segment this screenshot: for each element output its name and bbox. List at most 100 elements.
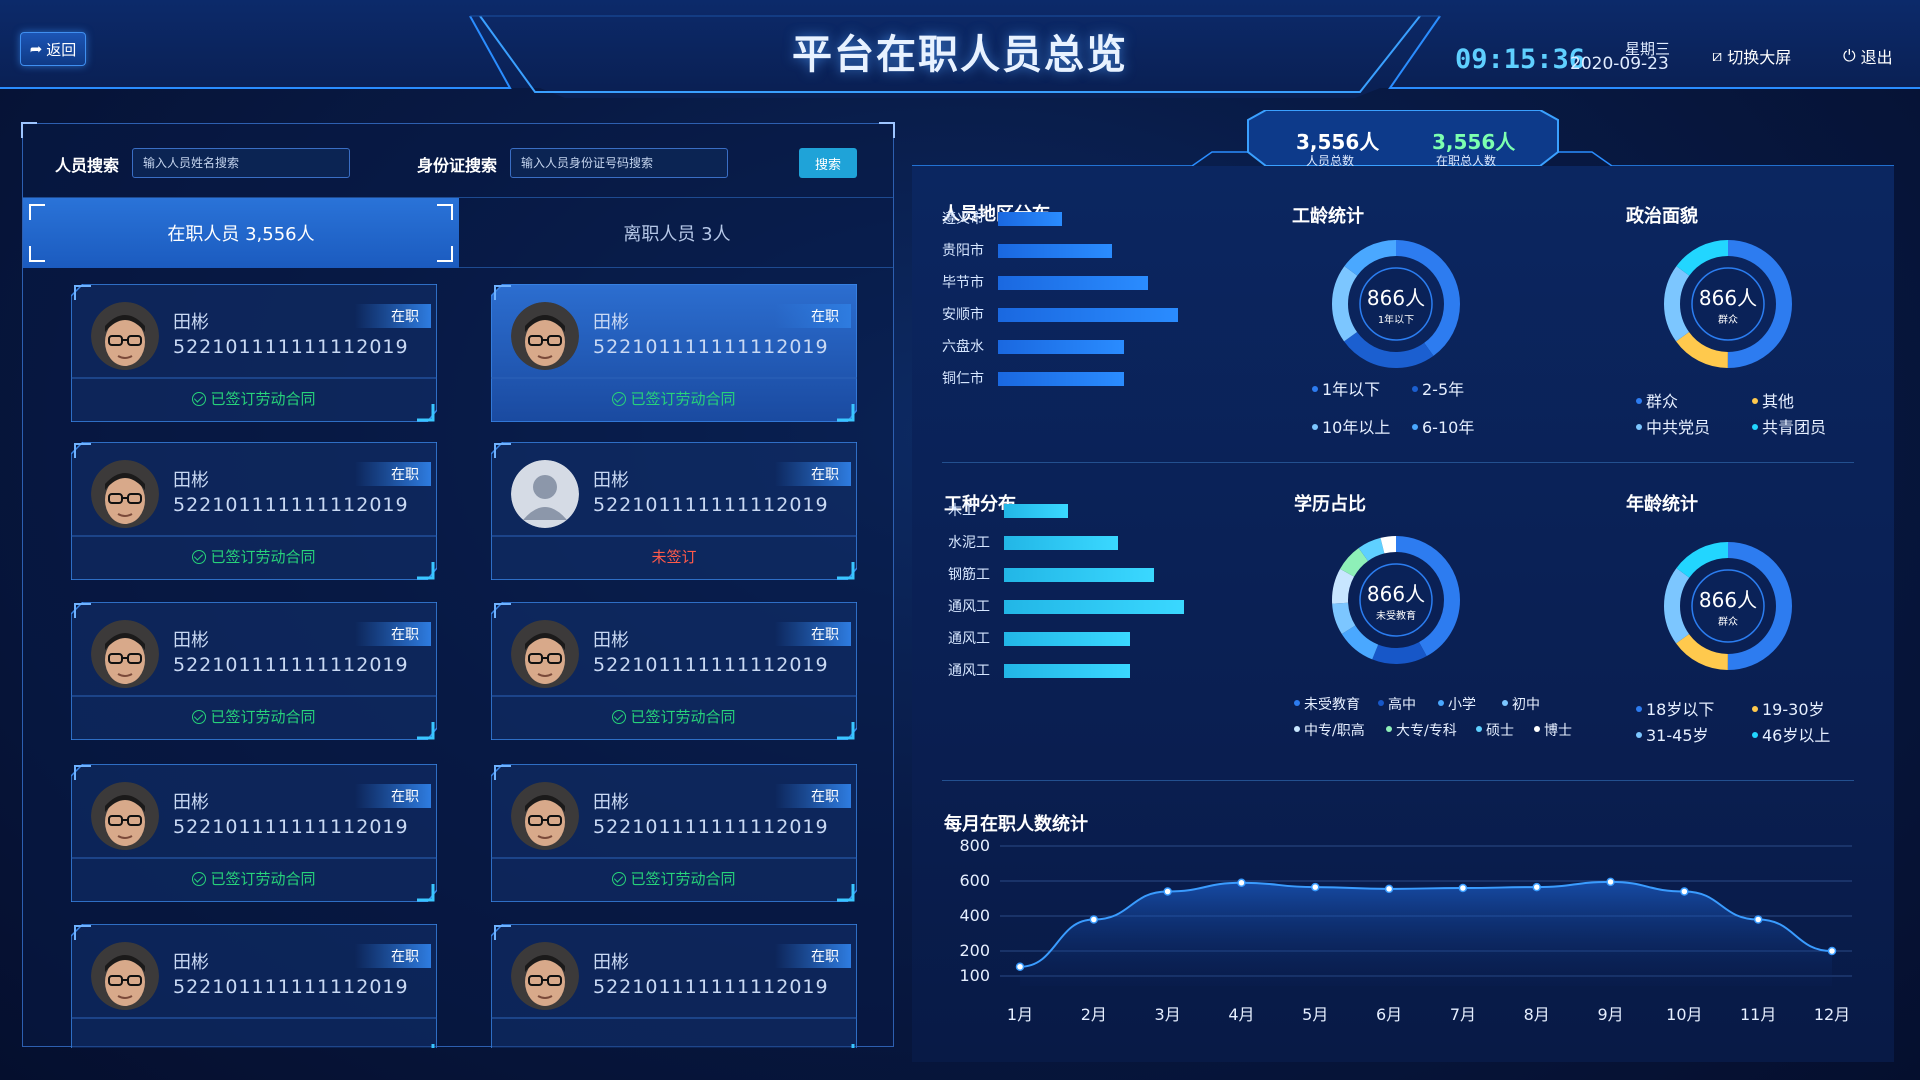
employee-card[interactable]: 田彬 522101111111112019 在职 已签订劳动合同 xyxy=(71,442,437,580)
donut-center-label: 866人 群众 xyxy=(1688,282,1768,326)
status-badge: 在职 xyxy=(355,784,431,808)
search-button[interactable]: 搜索 xyxy=(799,148,857,178)
legend-item: 中专/职高 xyxy=(1294,720,1365,740)
seniority-title: 工龄统计 xyxy=(1292,206,1364,227)
bar-worktype[interactable] xyxy=(1004,632,1130,646)
employee-card[interactable]: 田彬 522101111111112019 在职 已签订劳动合同 xyxy=(491,764,857,902)
avatar xyxy=(91,942,159,1010)
legend-item: 大专/专科 xyxy=(1386,720,1457,740)
legend-item: 其他 xyxy=(1752,388,1794,412)
data-point[interactable] xyxy=(1015,962,1025,971)
data-point[interactable] xyxy=(1532,882,1541,892)
employee-card[interactable]: 田彬 522101111111112019 在职 xyxy=(491,924,857,1048)
data-point[interactable] xyxy=(1680,887,1689,896)
donut-center-value: 866人 xyxy=(1698,588,1758,612)
donut-center-value: 866人 xyxy=(1366,286,1426,310)
bar-region[interactable] xyxy=(998,340,1124,354)
data-point[interactable] xyxy=(1311,882,1320,892)
status-badge: 在职 xyxy=(775,944,851,968)
employee-card[interactable]: 田彬 522101111111112019 在职 已签订劳动合同 xyxy=(71,764,437,902)
switch-screen-button[interactable]: ⧄ 切换大屏 xyxy=(1712,44,1791,68)
x-tick-label: 8月 xyxy=(1524,1005,1550,1024)
bar-region[interactable] xyxy=(998,372,1124,386)
employee-name: 田彬 xyxy=(173,952,209,973)
status-badge: 在职 xyxy=(355,304,431,328)
legend-dot-icon xyxy=(1752,398,1758,404)
data-point[interactable] xyxy=(1753,915,1763,924)
status-badge: 在职 xyxy=(355,622,431,646)
employee-id-number: 522101111111112019 xyxy=(173,816,409,838)
employee-card[interactable]: 田彬 522101111111112019 在职 已签订劳动合同 xyxy=(71,284,437,422)
bar-category-label: 遵义市 xyxy=(942,211,984,227)
bar-region[interactable] xyxy=(998,308,1178,322)
employee-card[interactable]: 田彬 522101111111112019 在职 已签订劳动合同 xyxy=(491,284,857,422)
avatar xyxy=(91,302,159,370)
legend-dot-icon xyxy=(1386,726,1392,732)
status-badge: 在职 xyxy=(775,784,851,808)
bar-worktype[interactable] xyxy=(1004,568,1154,582)
bar-worktype[interactable] xyxy=(1004,664,1130,678)
check-circle-icon xyxy=(192,550,207,564)
employee-card[interactable]: 田彬 522101111111112019 在职 未签订 xyxy=(491,442,857,580)
name-search-label: 人员搜索 xyxy=(55,156,120,175)
active-count: 3,556人 xyxy=(1432,130,1516,154)
employee-card[interactable]: 田彬 522101111111112019 在职 xyxy=(71,924,437,1048)
data-point[interactable] xyxy=(1606,877,1615,887)
donut-center-caption: 1年以下 xyxy=(1377,315,1415,326)
employee-card[interactable]: 田彬 522101111111112019 在职 已签订劳动合同 xyxy=(491,602,857,740)
tab-resigned-staff[interactable]: 离职人员 3人 xyxy=(459,198,895,268)
divider xyxy=(942,780,1854,781)
employee-name: 田彬 xyxy=(173,312,209,333)
legend-label: 博士 xyxy=(1544,723,1572,739)
total-count: 3,556人 xyxy=(1296,130,1380,154)
employee-card[interactable]: 田彬 522101111111112019 在职 已签订劳动合同 xyxy=(71,602,437,740)
bar-worktype[interactable] xyxy=(1004,600,1184,614)
contract-status: 已签订劳动合同 xyxy=(71,868,437,889)
legend-label: 46岁以上 xyxy=(1762,726,1831,745)
y-tick-label: 600 xyxy=(959,871,990,890)
donut-center-label: 866人 未受教育 xyxy=(1356,578,1436,622)
legend-item: 未受教育 xyxy=(1294,694,1360,714)
data-point[interactable] xyxy=(1458,883,1468,893)
donut-center-caption: 群众 xyxy=(1718,315,1738,326)
legend-dot-icon xyxy=(1534,726,1540,732)
data-point[interactable] xyxy=(1089,915,1099,924)
tab-active-staff[interactable]: 在职人员 3,556人 xyxy=(23,198,459,268)
contract-status-label: 已签订劳动合同 xyxy=(210,548,316,566)
search-row: 人员搜索 身份证搜索 搜索 xyxy=(23,124,893,198)
legend-label: 10年以上 xyxy=(1322,418,1391,437)
legend-dot-icon xyxy=(1312,386,1318,392)
legend-label: 初中 xyxy=(1512,697,1540,713)
logout-button[interactable]: ⏻ 退出 xyxy=(1843,44,1893,68)
employee-id-number: 522101111111112019 xyxy=(173,336,409,358)
bar-region[interactable] xyxy=(998,276,1148,290)
screen-icon: ⧄ xyxy=(1712,46,1723,65)
bar-worktype[interactable] xyxy=(1004,536,1118,550)
bar-region[interactable] xyxy=(998,212,1062,226)
education-title: 学历占比 xyxy=(1294,494,1366,515)
bar-worktype[interactable] xyxy=(1004,504,1068,518)
status-badge: 在职 xyxy=(775,304,851,328)
id-search-input[interactable] xyxy=(510,148,728,178)
x-tick-label: 5月 xyxy=(1302,1005,1328,1024)
tab-active-label: 在职人员 3,556人 xyxy=(167,224,315,245)
legend-label: 群众 xyxy=(1646,392,1679,411)
data-point[interactable] xyxy=(1237,878,1246,887)
name-search-input[interactable] xyxy=(132,148,350,178)
switch-screen-label: 切换大屏 xyxy=(1727,48,1792,67)
x-tick-label: 7月 xyxy=(1450,1005,1476,1024)
bar-region[interactable] xyxy=(998,244,1112,258)
data-point[interactable] xyxy=(1827,946,1837,956)
legend-dot-icon xyxy=(1636,398,1642,404)
avatar xyxy=(91,460,159,528)
contract-status: 未签订 xyxy=(491,546,857,567)
legend-dot-icon xyxy=(1438,700,1444,706)
legend-item: 31-45岁 xyxy=(1636,722,1709,746)
employee-name: 田彬 xyxy=(593,792,629,813)
contract-status: 已签订劳动合同 xyxy=(71,546,437,567)
data-point[interactable] xyxy=(1384,884,1394,894)
employee-id-number: 522101111111112019 xyxy=(173,494,409,516)
legend-label: 1年以下 xyxy=(1322,380,1381,399)
contract-status: 已签订劳动合同 xyxy=(491,868,857,889)
data-point[interactable] xyxy=(1163,887,1172,896)
